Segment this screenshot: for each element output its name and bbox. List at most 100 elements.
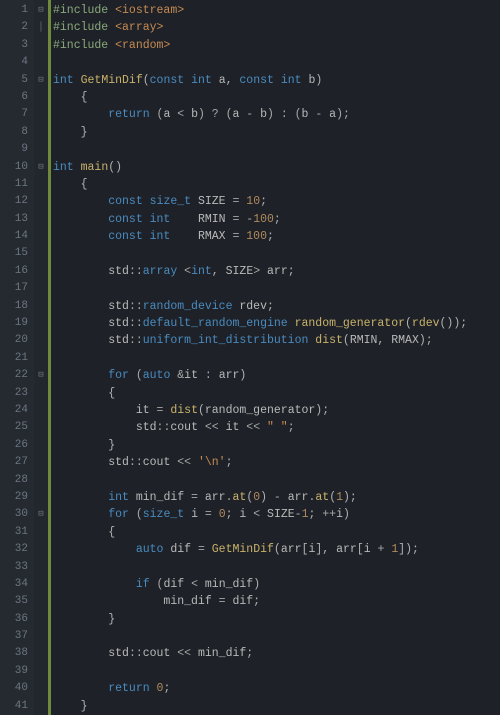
fold-toggle-icon[interactable]: ⊟ [34, 367, 48, 384]
token-str: '\n' [198, 456, 226, 469]
code-line[interactable] [53, 54, 500, 71]
line-number: 15 [0, 245, 34, 262]
code-line[interactable]: { [53, 385, 500, 402]
code-line[interactable]: auto dif = GetMinDif(arr[i], arr[i + 1])… [53, 541, 500, 558]
code-line[interactable] [53, 350, 500, 367]
line-number: 3 [0, 37, 34, 54]
code-line[interactable] [53, 280, 500, 297]
fold-toggle-icon[interactable]: ⊟ [34, 2, 48, 19]
fold-toggle-icon[interactable]: ⊟ [34, 506, 48, 523]
token-ns: std [108, 334, 129, 347]
fold-toggle-icon[interactable]: ⊟ [34, 159, 48, 176]
code-line[interactable] [53, 628, 500, 645]
code-line[interactable]: min_dif = dif; [53, 593, 500, 610]
fold-guide [34, 298, 48, 315]
code-line[interactable]: if (dif < min_dif) [53, 576, 500, 593]
code-line[interactable]: return (a < b) ? (a - b) : (b - a); [53, 106, 500, 123]
code-line[interactable]: std::cout << it << " "; [53, 419, 500, 436]
fold-guide [34, 245, 48, 262]
code-line[interactable]: it = dist(random_generator); [53, 402, 500, 419]
code-line[interactable]: } [53, 124, 500, 141]
token-op: :: [129, 334, 143, 347]
code-line[interactable]: std::default_random_engine random_genera… [53, 315, 500, 332]
token-op [170, 230, 198, 243]
code-line[interactable]: const int RMAX = 100; [53, 228, 500, 245]
code-line[interactable]: { [53, 89, 500, 106]
code-line[interactable]: int GetMinDif(const int a, const int b) [53, 72, 500, 89]
line-number: 20 [0, 332, 34, 349]
code-line[interactable]: std::array <int, SIZE> arr; [53, 263, 500, 280]
code-area[interactable]: #include <iostream>#include <array>#incl… [51, 0, 500, 715]
fold-guide [34, 106, 48, 123]
code-line[interactable]: for (auto &it : arr) [53, 367, 500, 384]
code-line[interactable] [53, 141, 500, 158]
code-line[interactable]: } [53, 611, 500, 628]
token-num: 10 [246, 195, 260, 208]
token-op: :: [129, 456, 143, 469]
token-const: RMAX [198, 230, 226, 243]
token-op [129, 491, 136, 504]
token-var: min_dif [136, 491, 184, 504]
token-var: cout [143, 456, 171, 469]
token-var: cout [143, 647, 171, 660]
token-punc: ; [267, 300, 274, 313]
code-line[interactable]: #include <random> [53, 37, 500, 54]
token-op: + [371, 543, 392, 556]
token-kw: int [191, 265, 212, 278]
code-line[interactable]: std::uniform_int_distribution dist(RMIN,… [53, 332, 500, 349]
token-var: min_dif [198, 647, 246, 660]
token-var: dif [163, 578, 184, 591]
line-number: 11 [0, 176, 34, 193]
token-ns: std [108, 300, 129, 313]
token-op: . [226, 491, 233, 504]
token-punc: ); [315, 404, 329, 417]
line-number: 25 [0, 419, 34, 436]
token-num: 100 [253, 213, 274, 226]
token-punc: ); [419, 334, 433, 347]
code-line[interactable]: int min_dif = arr.at(0) - arr.at(1); [53, 489, 500, 506]
token-op [288, 317, 295, 330]
token-var: a [219, 74, 226, 87]
code-editor[interactable]: 1234567891011121314151617181920212223242… [0, 0, 500, 715]
line-number: 18 [0, 298, 34, 315]
token-var: b [260, 108, 267, 121]
code-line[interactable]: } [53, 698, 500, 715]
code-line[interactable]: { [53, 524, 500, 541]
code-line[interactable]: { [53, 176, 500, 193]
code-line[interactable]: return 0; [53, 680, 500, 697]
token-op [170, 213, 198, 226]
token-punc: [ [357, 543, 364, 556]
token-op: = [184, 491, 205, 504]
code-line[interactable]: const size_t SIZE = 10; [53, 193, 500, 210]
code-line[interactable] [53, 472, 500, 489]
code-line[interactable]: #include <iostream> [53, 2, 500, 19]
code-line[interactable]: std::cout << min_dif; [53, 645, 500, 662]
code-line[interactable] [53, 663, 500, 680]
code-line[interactable] [53, 245, 500, 262]
token-op: << [170, 647, 198, 660]
token-op: = [212, 595, 233, 608]
code-line[interactable]: for (size_t i = 0; i < SIZE-1; ++i) [53, 506, 500, 523]
fold-toggle-icon[interactable]: ⊟ [34, 72, 48, 89]
token-op: > [253, 265, 267, 278]
token-punc: { [81, 178, 88, 191]
fold-column[interactable]: ⊟│⊟⊟⊟⊟ [34, 0, 48, 715]
code-line[interactable]: int main() [53, 159, 500, 176]
token-kw: auto [136, 543, 164, 556]
token-punc: ( [198, 404, 205, 417]
line-number: 19 [0, 315, 34, 332]
line-number: 10 [0, 159, 34, 176]
code-line[interactable]: std::random_device rdev; [53, 298, 500, 315]
code-line[interactable] [53, 559, 500, 576]
code-line[interactable]: std::cout << '\n'; [53, 454, 500, 471]
token-ns: std [108, 647, 129, 660]
code-line[interactable]: } [53, 437, 500, 454]
token-var: dif [170, 543, 191, 556]
token-punc: ; [226, 508, 240, 521]
code-line[interactable]: const int RMIN = -100; [53, 211, 500, 228]
token-op: << [239, 421, 267, 434]
line-number: 4 [0, 54, 34, 71]
fold-guide [34, 54, 48, 71]
line-number: 14 [0, 228, 34, 245]
code-line[interactable]: #include <array> [53, 19, 500, 36]
